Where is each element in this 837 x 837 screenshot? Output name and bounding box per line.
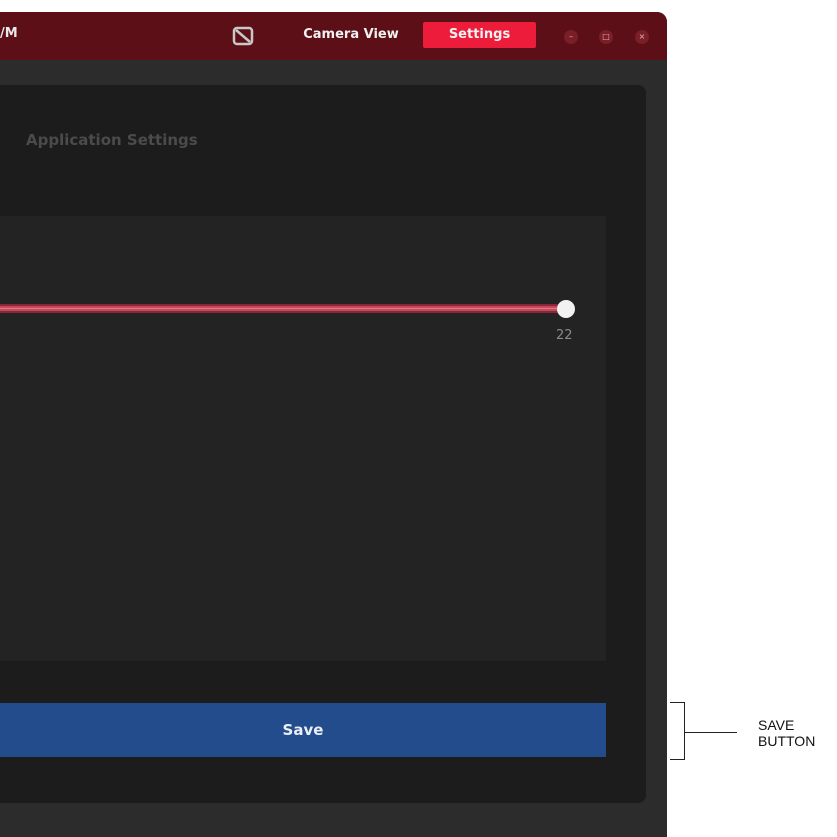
slider-value: 22: [556, 328, 573, 343]
annotation-line-2: BUTTON: [758, 733, 816, 749]
tab-settings[interactable]: Settings: [423, 22, 536, 48]
maximize-button[interactable]: □: [599, 30, 613, 44]
title-bar: /M Camera View Settings – □ ×: [0, 12, 667, 60]
annotation-leader-line: [685, 732, 737, 733]
panel-title: Application Settings: [26, 131, 198, 149]
save-button[interactable]: Save: [0, 703, 606, 757]
window-title: /M: [0, 26, 18, 41]
settings-panel: Application Settings 22 Save: [0, 85, 646, 803]
annotation-line-1: SAVE: [758, 717, 795, 733]
annotation-bracket: [670, 702, 685, 760]
app-window: /M Camera View Settings – □ × Applicatio…: [0, 12, 667, 837]
minimize-button[interactable]: –: [564, 30, 578, 44]
tab-camera-view[interactable]: Camera View: [288, 22, 414, 48]
settings-content: 22: [0, 216, 606, 661]
annotation-label: SAVE BUTTON: [758, 717, 815, 749]
slider-thumb[interactable]: [557, 300, 575, 318]
close-button[interactable]: ×: [635, 30, 649, 44]
camera-app-icon: [232, 26, 254, 46]
slider-track[interactable]: [0, 304, 566, 313]
